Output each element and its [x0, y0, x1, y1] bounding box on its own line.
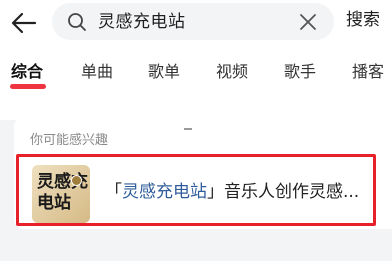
tab-videos[interactable]: 视频	[216, 62, 248, 82]
tab-artists[interactable]: 歌手	[284, 62, 316, 82]
active-tab-indicator	[10, 84, 46, 89]
tab-songs[interactable]: 单曲	[81, 62, 113, 82]
clear-icon[interactable]	[298, 12, 318, 32]
search-input[interactable]: 灵感充电站	[98, 12, 186, 32]
top-bar: 灵感充电站 搜索 综合 单曲 歌单 视频 歌手 播客	[0, 0, 392, 120]
tab-playlists[interactable]: 歌单	[148, 62, 180, 82]
result-tabs: 综合 单曲 歌单 视频 歌手 播客	[0, 58, 392, 94]
title-close-bracket: 」	[207, 182, 224, 202]
title-open-bracket: 「	[105, 182, 122, 202]
suggestion-item[interactable]: 灵感充电站 「灵感充电站」音乐人创作灵感...	[16, 154, 376, 226]
back-button[interactable]	[6, 6, 42, 40]
back-arrow-icon	[11, 12, 37, 34]
search-button[interactable]: 搜索	[346, 10, 380, 30]
item-title: 「灵感充电站」音乐人创作灵感...	[105, 181, 359, 203]
title-highlight: 灵感充电站	[122, 182, 207, 202]
search-box[interactable]: 灵感充电站	[52, 3, 334, 40]
title-rest: 音乐人创作灵感...	[224, 182, 360, 202]
search-icon	[68, 13, 86, 31]
divider-mark	[184, 128, 192, 130]
tab-podcasts[interactable]: 播客	[352, 62, 384, 82]
badge-icon	[71, 175, 82, 186]
suggestion-card: 你可能感兴趣 灵感充电站 「灵感充电站」音乐人创作灵感...	[14, 117, 392, 229]
tab-comprehensive[interactable]: 综合	[11, 62, 43, 82]
section-header: 你可能感兴趣	[30, 133, 109, 148]
cover-image: 灵感充电站	[32, 165, 90, 223]
